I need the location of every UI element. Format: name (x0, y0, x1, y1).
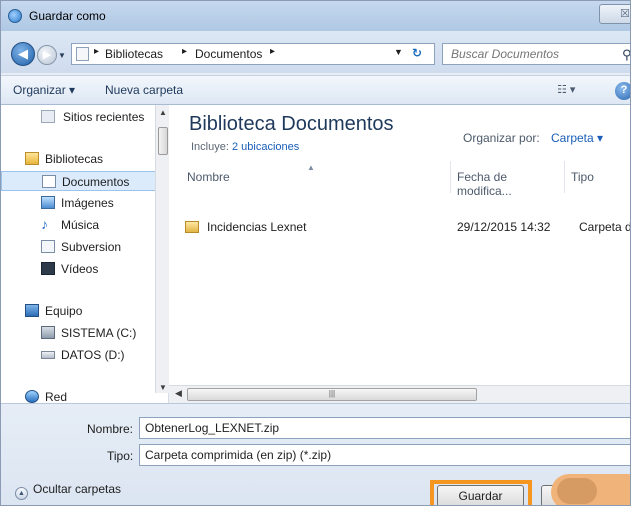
recent-locations-dropdown[interactable]: ▼ (58, 51, 66, 60)
scroll-down-icon[interactable]: ▼ (159, 383, 167, 392)
hide-folders-label: Ocultar carpetas (33, 482, 122, 496)
help-icon[interactable]: ? (615, 82, 630, 100)
library-title: Biblioteca Documentos (189, 113, 394, 135)
title-bar: Guardar como ☒ (1, 1, 630, 31)
nav-item-images[interactable]: Imágenes (1, 193, 156, 213)
file-type: Carpeta d (579, 220, 631, 234)
nav-label: Bibliotecas (45, 152, 104, 166)
arrange-by-label: Organizar por: (463, 131, 540, 145)
nav-label: SISTEMA (C:) (61, 326, 137, 340)
app-icon (8, 9, 22, 23)
drive-c-icon (41, 326, 55, 339)
column-header-type[interactable]: Tipo (565, 161, 630, 193)
nav-scrollbar[interactable]: ▲ ▼ (155, 105, 169, 393)
organize-menu[interactable]: Organizar ▾ (13, 83, 75, 97)
close-button[interactable]: ☒ (599, 4, 630, 24)
nav-label: DATOS (D:) (61, 348, 125, 362)
libraries-icon (25, 152, 39, 165)
nav-item-drive-d[interactable]: DATOS (D:) (1, 345, 156, 365)
nav-item-recent[interactable]: Sitios recientes (1, 107, 156, 127)
search-icon[interactable]: ⚲ (622, 47, 630, 63)
column-header-date[interactable]: Fecha de modifica... (451, 161, 565, 198)
nav-label: Sitios recientes (63, 110, 145, 124)
breadcrumb-separator-icon[interactable]: ▸ (270, 46, 275, 57)
nav-item-libraries[interactable]: Bibliotecas (1, 149, 156, 169)
images-icon (41, 196, 55, 209)
breadcrumb-bibliotecas[interactable]: Bibliotecas (105, 47, 163, 61)
scroll-up-icon[interactable]: ▲ (159, 108, 167, 117)
breadcrumb-separator-icon[interactable]: ▸ (182, 46, 187, 57)
collapse-icon: ▲ (15, 487, 28, 500)
address-dropdown-icon[interactable]: ▼ (394, 47, 403, 57)
nav-label: Imágenes (61, 196, 114, 210)
address-row: ◀ ▶ ▼ ▸ Bibliotecas ▸ Documentos ▸ ▼ ↻ ⚲ (1, 31, 630, 73)
arrange-by-dropdown[interactable]: Carpeta ▾ (551, 131, 603, 145)
column-header-name[interactable]: Nombre (181, 161, 451, 193)
nav-label: Subversion (61, 240, 122, 254)
hide-folders-toggle[interactable]: ▲ Ocultar carpetas (15, 482, 121, 500)
refresh-icon[interactable]: ↻ (412, 46, 422, 60)
navigation-pane: Sitios recientes Bibliotecas Documentos … (1, 105, 169, 404)
computer-icon (25, 304, 39, 317)
subversion-icon (41, 240, 55, 253)
documents-icon (42, 175, 56, 188)
nav-label: Red (45, 390, 68, 404)
search-box[interactable] (442, 43, 630, 65)
nav-item-videos[interactable]: Vídeos (1, 259, 156, 279)
nav-label: Documentos (62, 175, 130, 189)
network-icon (25, 390, 39, 403)
address-bar[interactable]: ▸ Bibliotecas ▸ Documentos ▸ ▼ ↻ (71, 43, 435, 65)
drive-d-icon (41, 351, 55, 359)
nav-item-drive-c[interactable]: SISTEMA (C:) (1, 323, 156, 343)
save-form: Nombre: ObtenerLog_LEXNET.zip Tipo: Carp… (1, 403, 630, 505)
new-folder-button[interactable]: Nueva carpeta (105, 83, 183, 97)
table-row[interactable]: Incidencias Lexnet 29/12/2015 14:32 Carp… (181, 219, 631, 237)
back-button[interactable]: ◀ (11, 42, 35, 66)
includes-label: Incluye: (191, 141, 229, 153)
nav-item-computer[interactable]: Equipo (1, 301, 156, 321)
file-type-label: Tipo: (107, 449, 134, 463)
nav-label: Vídeos (61, 262, 99, 276)
scroll-left-icon[interactable]: ◀ (175, 388, 182, 399)
nav-label: Música (61, 218, 100, 232)
column-header-label: Nombre (187, 170, 230, 184)
views-icon[interactable]: ☷ ▾ (557, 83, 575, 96)
nav-item-subversion[interactable]: Subversion (1, 237, 156, 257)
forward-button[interactable]: ▶ (37, 45, 57, 65)
music-icon: ♪ (41, 216, 48, 232)
toolbar: Organizar ▾ Nueva carpeta ☷ ▾ ? (1, 75, 630, 105)
library-includes: Incluye: 2 ubicaciones (191, 141, 299, 153)
file-type-select[interactable]: Carpeta comprimida (en zip) (*.zip) (139, 444, 630, 466)
videos-icon (41, 262, 55, 275)
location-icon (76, 47, 89, 61)
nav-item-music[interactable]: ♪ Música (1, 215, 156, 235)
sort-ascending-icon: ▲ (307, 163, 315, 172)
locations-link[interactable]: 2 ubicaciones (232, 141, 299, 153)
save-as-dialog: Guardar como ☒ ◀ ▶ ▼ ▸ Bibliotecas ▸ Doc… (0, 0, 631, 506)
window-title: Guardar como (29, 9, 106, 23)
breadcrumb-separator-icon[interactable]: ▸ (94, 46, 99, 57)
cursor-overlay-pill (557, 478, 597, 504)
horizontal-scrollbar[interactable]: ◀ ||| (169, 385, 630, 403)
breadcrumb-documentos[interactable]: Documentos (195, 47, 262, 61)
folder-icon (185, 221, 199, 233)
horizontal-scrollbar-thumb[interactable]: ||| (187, 388, 477, 401)
save-button[interactable]: Guardar (437, 485, 524, 505)
column-header-label: Fecha de modifica... (457, 170, 512, 198)
nav-scrollbar-thumb[interactable] (158, 127, 168, 155)
recent-places-icon (41, 110, 55, 123)
nav-item-documents[interactable]: Documentos (1, 171, 156, 191)
file-date: 29/12/2015 14:32 (457, 220, 551, 234)
file-name-label: Nombre: (87, 422, 134, 436)
file-name: Incidencias Lexnet (207, 220, 307, 234)
nav-label: Equipo (45, 304, 83, 318)
file-name-input[interactable]: ObtenerLog_LEXNET.zip (139, 417, 630, 439)
search-input[interactable] (443, 44, 613, 64)
file-list-pane: Biblioteca Documentos Incluye: 2 ubicaci… (169, 105, 631, 403)
column-header-label: Tipo (571, 170, 594, 184)
